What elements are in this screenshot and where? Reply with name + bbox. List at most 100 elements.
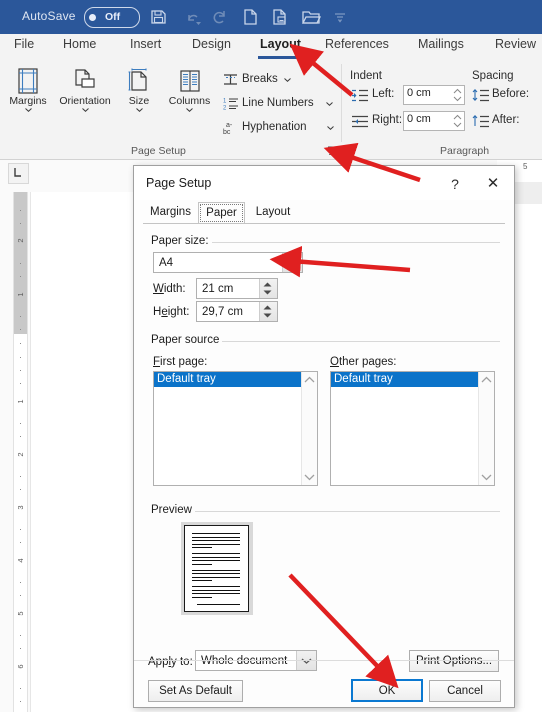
print-options-button[interactable]: Print Options...: [409, 650, 499, 672]
paper-size-combo[interactable]: A4: [153, 252, 303, 273]
width-input[interactable]: 21 cm: [196, 278, 278, 299]
dialog-tab-layout[interactable]: Layout: [247, 202, 299, 224]
orientation-button[interactable]: Orientation: [55, 66, 115, 112]
page-preview: [181, 522, 253, 615]
customize-quick-access-icon[interactable]: [332, 7, 352, 27]
indent-left-icon: [352, 89, 368, 102]
columns-button[interactable]: Columns: [162, 66, 217, 112]
set-as-default-button[interactable]: Set As Default: [148, 680, 243, 702]
line-numbers-menu[interactable]: 1 2 Line Numbers: [222, 96, 357, 111]
svg-text:2: 2: [223, 106, 227, 112]
tab-stop-selector[interactable]: [8, 163, 29, 184]
tab-design[interactable]: Design: [192, 37, 231, 51]
tab-home[interactable]: Home: [63, 37, 96, 51]
tab-review[interactable]: Review: [495, 37, 536, 51]
dialog-tabs-divider: [143, 223, 505, 224]
undo-icon[interactable]: [178, 7, 201, 27]
chevron-down-icon: [326, 102, 333, 106]
autosave-toggle[interactable]: Off: [84, 7, 140, 28]
ribbon: Margins Orientation Size Columns Breaks …: [0, 60, 542, 160]
dialog-title-bar: Page Setup ? ✕: [134, 166, 514, 200]
page-preview-sheet: [184, 525, 249, 612]
orientation-icon: [75, 69, 95, 88]
height-value: 29,7 cm: [202, 305, 243, 318]
indent-left-label: Left:: [372, 88, 395, 100]
paper-size-dropdown-button[interactable]: [282, 253, 302, 272]
cancel-button[interactable]: Cancel: [429, 680, 501, 702]
first-page-listbox[interactable]: Default tray: [153, 371, 318, 486]
dialog-tab-paper[interactable]: Paper: [198, 202, 245, 224]
first-page-selected-item[interactable]: Default tray: [154, 372, 301, 387]
paragraph-group-label: Paragraph: [440, 145, 490, 157]
help-icon[interactable]: ?: [442, 173, 468, 195]
hyphenation-menu[interactable]: a- bc Hyphenation: [222, 120, 357, 135]
vruler-tick: 5: [16, 611, 25, 616]
vruler-tick: 2: [16, 238, 25, 243]
new-document-icon[interactable]: [240, 7, 260, 27]
hyphenation-label: Hyphenation: [242, 121, 307, 133]
scroll-up-icon: [481, 376, 492, 383]
tab-insert[interactable]: Insert: [130, 37, 161, 51]
ribbon-tab-strip: File Home Insert Design Layout Reference…: [0, 34, 542, 60]
apply-to-label: Apply to:: [148, 656, 193, 668]
spinner-arrows-icon: [453, 114, 462, 128]
close-icon[interactable]: ✕: [478, 173, 508, 195]
autosave-state-label: Off: [105, 10, 121, 23]
spacing-label: Spacing: [472, 70, 514, 82]
group-separator: [341, 64, 342, 142]
tab-references[interactable]: References: [325, 37, 389, 51]
dialog-tab-margins[interactable]: Margins: [143, 202, 198, 224]
spacing-before-icon: [472, 89, 489, 102]
paper-size-value: A4: [159, 256, 174, 269]
other-pages-scrollbar[interactable]: [478, 372, 494, 485]
tab-file[interactable]: File: [14, 37, 34, 51]
vruler-tick: 1: [16, 292, 25, 297]
redo-icon[interactable]: [210, 7, 230, 27]
paper-size-group-label: Paper size:: [148, 235, 212, 247]
svg-text:bc: bc: [223, 129, 231, 135]
open-folder-icon[interactable]: [300, 7, 322, 27]
cancel-label: Cancel: [447, 685, 483, 697]
margins-button[interactable]: Margins: [3, 66, 53, 112]
print-options-label: Print Options...: [415, 655, 493, 667]
vruler-tick: 6: [16, 664, 25, 669]
ok-button[interactable]: OK: [351, 679, 423, 702]
size-icon: [128, 68, 147, 91]
paper-source-group-label: Paper source: [148, 334, 223, 346]
width-value: 21 cm: [202, 282, 234, 295]
line-numbers-label: Line Numbers: [242, 97, 314, 109]
tab-mailings[interactable]: Mailings: [418, 37, 464, 51]
print-preview-icon[interactable]: [270, 7, 290, 27]
breaks-menu[interactable]: Breaks: [222, 72, 327, 87]
width-spinner[interactable]: [259, 279, 277, 298]
page-setup-dialog-launcher[interactable]: [327, 144, 338, 155]
save-icon[interactable]: [148, 7, 168, 27]
other-pages-label: Other pages:: [330, 356, 397, 368]
indent-right-input[interactable]: 0 cm: [403, 111, 465, 131]
indent-left-input[interactable]: 0 cm: [403, 85, 465, 105]
other-pages-listbox[interactable]: Default tray: [330, 371, 495, 486]
vruler-tick: 1: [16, 399, 25, 404]
columns-label: Columns: [168, 95, 211, 107]
indent-right-label: Right:: [372, 114, 403, 126]
scroll-up-icon: [304, 376, 315, 383]
spacing-before-label: Before:: [492, 88, 530, 100]
size-button[interactable]: Size: [119, 66, 159, 112]
columns-icon: [179, 70, 200, 92]
height-spinner[interactable]: [259, 302, 277, 321]
window-title-bar: AutoSave Off: [0, 0, 542, 34]
size-label: Size: [128, 95, 150, 107]
vruler-tick: 3: [16, 505, 25, 510]
first-page-scrollbar[interactable]: [301, 372, 317, 485]
svg-text:1: 1: [223, 99, 227, 105]
height-input[interactable]: 29,7 cm: [196, 301, 278, 322]
other-pages-selected-item[interactable]: Default tray: [331, 372, 478, 387]
spacing-after-icon: [472, 115, 489, 128]
hruler-tick: 5: [523, 162, 528, 171]
vruler-tick: 4: [16, 558, 25, 563]
line-numbers-icon: 1 2: [223, 98, 238, 112]
margins-label: Margins: [9, 95, 47, 107]
page-setup-group-label: Page Setup: [131, 145, 186, 157]
vertical-ruler[interactable]: 2 1 1 2 3 4 5 6: [13, 192, 28, 712]
tab-layout[interactable]: Layout: [260, 37, 301, 51]
